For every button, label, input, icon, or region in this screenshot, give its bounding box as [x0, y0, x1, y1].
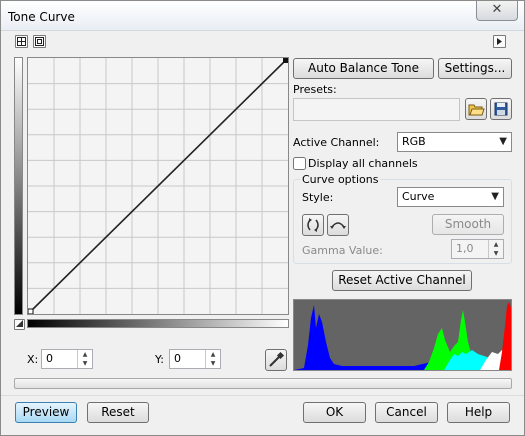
gamma-value: 1,0 [456, 242, 474, 255]
curve-style-select[interactable]: Curve ▼ [397, 187, 504, 207]
open-preset-button[interactable] [465, 98, 487, 120]
eyedropper-icon [269, 351, 285, 367]
smooth-button[interactable]: Smooth [432, 214, 504, 235]
help-button[interactable]: Help [447, 402, 510, 423]
style-label: Style: [302, 191, 334, 204]
rotate-curve-button[interactable] [302, 214, 324, 236]
corner-icon [16, 320, 23, 327]
gamma-value-input[interactable]: 1,0 ▲ ▼ [451, 239, 504, 259]
curve-grid[interactable] [28, 58, 288, 314]
play-right-icon [497, 38, 502, 45]
eyedropper-button[interactable] [265, 349, 287, 371]
display-all-channels-checkbox[interactable] [293, 157, 306, 170]
cancel-button[interactable]: Cancel [375, 402, 438, 423]
curve-options-legend: Curve options [300, 173, 381, 186]
chevron-down-icon: ▼ [499, 136, 507, 147]
curve-endpoint-top[interactable] [283, 58, 288, 63]
gamma-value-label: Gamma Value: [302, 244, 383, 257]
expand-button[interactable] [493, 35, 506, 48]
histogram [293, 299, 512, 371]
curve-endpoint-bottom[interactable] [28, 308, 34, 314]
window-title: Tone Curve [8, 10, 75, 24]
save-preset-button[interactable] [490, 98, 512, 120]
close-icon: ✕ [491, 2, 503, 17]
presets-field[interactable] [293, 98, 460, 121]
y-value: 0 [174, 352, 181, 365]
ok-button[interactable]: OK [303, 402, 366, 423]
y-label: Y: [155, 353, 164, 366]
active-channel-select[interactable]: RGB ▼ [397, 132, 512, 152]
display-all-channels-label: Display all channels [308, 157, 418, 170]
histogram-chart [294, 300, 511, 370]
output-gradient-bar [14, 57, 23, 315]
divider [1, 395, 524, 396]
y-input[interactable]: 0 ▲ ▼ [169, 349, 221, 369]
presets-label: Presets: [293, 83, 337, 96]
grid-large-icon [35, 37, 44, 46]
reset-button[interactable]: Reset [87, 402, 149, 423]
x-spinner[interactable]: ▲ ▼ [77, 350, 92, 368]
large-grid-button[interactable] [33, 35, 46, 48]
auto-balance-tone-button[interactable]: Auto Balance Tone [293, 58, 434, 79]
reset-active-channel-button[interactable]: Reset Active Channel [332, 270, 472, 291]
rotate-icon [307, 218, 319, 232]
active-channel-value: RGB [402, 135, 426, 148]
active-channel-label: Active Channel: [293, 136, 380, 149]
preview-button[interactable]: Preview [15, 402, 77, 423]
save-icon [494, 102, 508, 116]
x-label: X: [27, 353, 39, 366]
curve-style-value: Curve [402, 190, 435, 203]
input-gradient-bar [27, 319, 289, 328]
flip-icon [330, 222, 346, 229]
gamma-spinner[interactable]: ▲ ▼ [488, 240, 503, 258]
x-value: 0 [46, 352, 53, 365]
corner-toggle-button[interactable] [14, 319, 25, 330]
settings-button[interactable]: Settings... [438, 58, 512, 79]
y-spinner[interactable]: ▲ ▼ [205, 350, 220, 368]
flip-curve-button[interactable] [327, 214, 349, 236]
small-grid-button[interactable] [15, 35, 28, 48]
progress-bar [14, 378, 512, 389]
curve-graph[interactable] [27, 57, 289, 315]
tone-curve-dialog: Tone Curve ✕ X: 0 ▲ ▼ Y: 0 ▲ ▼ Auto Bala… [0, 0, 525, 436]
chevron-down-icon: ▼ [491, 191, 499, 202]
folder-open-icon [468, 104, 485, 116]
x-input[interactable]: 0 ▲ ▼ [41, 349, 93, 369]
close-button[interactable]: ✕ [476, 1, 518, 21]
grid-small-icon [17, 37, 26, 46]
title-bar[interactable]: Tone Curve ✕ [1, 1, 524, 31]
